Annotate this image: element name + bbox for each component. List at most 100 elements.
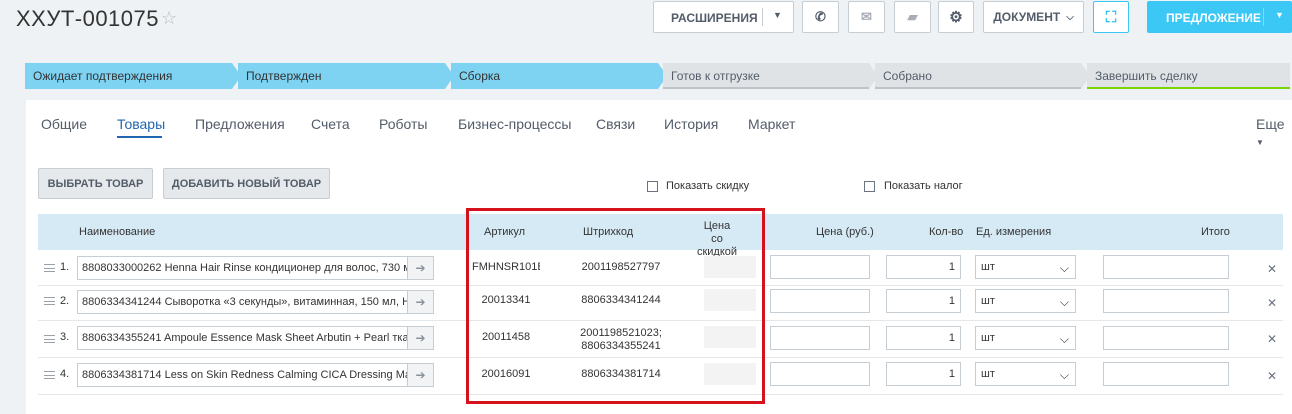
stage-confirmed[interactable]: Подтвержден (238, 63, 454, 89)
settings-button[interactable]: ⚙ (938, 1, 974, 33)
drag-handle-icon[interactable] (44, 335, 55, 343)
tab-history[interactable]: История (664, 116, 718, 132)
product-name-field[interactable]: 8806334341244 Сыворотка «3 секунды», вит… (77, 290, 434, 314)
product-name-field[interactable]: 8806334381714 Less on Skin Redness Calmi… (77, 363, 434, 387)
deal-title: ХХУТ-001075 (16, 6, 159, 31)
chevron-down-icon: ⌵ (1059, 368, 1069, 382)
price-input[interactable] (770, 326, 870, 350)
extensions-button[interactable]: РАСШИРЕНИЯ ▼ (653, 1, 794, 33)
delete-row-icon[interactable]: ✕ (1267, 369, 1277, 383)
chevron-down-icon: ⌵ (1059, 261, 1069, 275)
envelope-icon: ✉ (861, 9, 872, 24)
unit-select[interactable]: шт ⌵ (975, 326, 1076, 350)
stage-assembly[interactable]: Сборка (451, 63, 667, 89)
highlight-frame (466, 208, 765, 404)
drag-handle-icon[interactable] (44, 371, 55, 379)
chevron-down-icon: ⌵ (1059, 332, 1069, 346)
stage-label: Готов к отгрузке (671, 69, 760, 83)
row-number: 1. (60, 261, 70, 273)
select-product-button[interactable]: ВЫБРАТЬ ТОВАР (38, 168, 153, 199)
drag-handle-icon[interactable] (44, 264, 55, 272)
stage-ready-to-ship[interactable]: Готов к отгрузке (663, 63, 878, 89)
stage-close-deal[interactable]: Завершить сделку (1087, 63, 1290, 89)
unit-value: шт (981, 332, 995, 344)
total-field[interactable] (1103, 326, 1229, 350)
total-field[interactable] (1103, 362, 1229, 386)
add-new-product-button[interactable]: ДОБАВИТЬ НОВЫЙ ТОВАР (163, 168, 330, 199)
unit-select[interactable]: шт ⌵ (975, 289, 1076, 313)
price-input[interactable] (770, 362, 870, 386)
product-name: 8806334341244 Сыворотка «3 секунды», вит… (82, 296, 408, 308)
product-name: 8806334355241 Ampoule Essence Mask Sheet… (82, 332, 408, 344)
chat-button[interactable]: ▰ (894, 1, 931, 33)
column-header-unit[interactable]: Ед. измерения (976, 226, 1051, 239)
quantity-input[interactable]: 1 (886, 326, 961, 350)
offer-button[interactable]: ПРЕДЛОЖЕНИЕ ▼ (1147, 1, 1292, 33)
quantity-input[interactable]: 1 (886, 255, 961, 279)
email-button[interactable]: ✉ (848, 1, 885, 33)
scan-icon: ⛶ (1105, 8, 1117, 26)
drag-handle-icon[interactable] (44, 297, 55, 305)
arrow-right-icon[interactable]: ➔ (407, 257, 433, 279)
row-number: 2. (60, 295, 70, 307)
unit-value: шт (981, 261, 995, 273)
tab-general[interactable]: Общие (41, 116, 87, 132)
tab-invoices[interactable]: Счета (311, 116, 350, 132)
offer-label: ПРЕДЛОЖЕНИЕ (1166, 11, 1261, 25)
show-tax-checkbox[interactable] (864, 181, 875, 192)
caret-down-icon[interactable]: ▼ (1275, 10, 1284, 20)
product-name: 8806334381714 Less on Skin Redness Calmi… (82, 369, 408, 381)
total-field[interactable] (1103, 289, 1229, 313)
arrow-right-icon[interactable]: ➔ (407, 364, 433, 386)
unit-value: шт (981, 295, 995, 307)
delete-row-icon[interactable]: ✕ (1267, 262, 1277, 276)
active-tab-indicator (117, 136, 162, 138)
document-button[interactable]: ДОКУМЕНТ ⌵ (983, 1, 1084, 33)
unit-select[interactable]: шт ⌵ (975, 362, 1076, 386)
price-input[interactable] (770, 289, 870, 313)
arrow-right-icon[interactable]: ➔ (407, 291, 433, 313)
extensions-label: РАСШИРЕНИЯ (671, 11, 758, 25)
product-name-field[interactable]: 8808033000262 Henna Hair Rinse кондицион… (77, 256, 434, 280)
phone-button[interactable]: ✆ (802, 1, 839, 33)
tab-robots[interactable]: Роботы (379, 116, 427, 132)
chevron-down-icon: ⌵ (1066, 11, 1074, 23)
product-name: 8808033000262 Henna Hair Rinse кондицион… (82, 262, 408, 274)
arrow-right-icon[interactable]: ➔ (407, 327, 433, 349)
show-discount-label: Показать скидку (666, 180, 750, 192)
column-header-name[interactable]: Наименование (79, 226, 155, 239)
tab-links[interactable]: Связи (596, 116, 635, 132)
tab-products[interactable]: Товары (117, 116, 165, 132)
more-label: Еще (1256, 116, 1285, 132)
gear-icon: ⚙ (949, 9, 963, 26)
tab-business-processes[interactable]: Бизнес-процессы (458, 116, 571, 132)
show-tax-label: Показать налог (884, 180, 963, 192)
stage-label: Сборка (459, 69, 501, 83)
column-header-total[interactable]: Итого (1201, 226, 1230, 239)
total-field[interactable] (1103, 255, 1229, 279)
tab-more[interactable]: Еще ▼ (1256, 116, 1292, 148)
caret-down-icon[interactable]: ▼ (773, 10, 782, 20)
tab-offers[interactable]: Предложения (195, 116, 285, 132)
star-icon[interactable]: ☆ (161, 8, 177, 29)
quantity-input[interactable]: 1 (886, 289, 961, 313)
phone-icon: ✆ (815, 9, 826, 24)
tab-market[interactable]: Маркет (748, 116, 795, 132)
stage-label: Ожидает подтверждения (33, 69, 173, 83)
delete-row-icon[interactable]: ✕ (1267, 296, 1277, 310)
product-name-field[interactable]: 8806334355241 Ampoule Essence Mask Sheet… (77, 326, 434, 350)
stage-awaiting[interactable]: Ожидает подтверждения (25, 63, 241, 89)
chevron-down-icon: ⌵ (1059, 295, 1069, 309)
scan-button[interactable]: ⛶ (1093, 1, 1129, 33)
quantity-input[interactable]: 1 (886, 362, 961, 386)
price-input[interactable] (770, 255, 870, 279)
stage-collected[interactable]: Собрано (875, 63, 1090, 89)
document-label: ДОКУМЕНТ (993, 10, 1061, 24)
column-header-price[interactable]: Цена (руб.) (816, 226, 874, 239)
tab-bar: Общие Товары Предложения Счета Роботы Би… (26, 100, 1292, 158)
stage-label: Подтвержден (246, 69, 322, 83)
delete-row-icon[interactable]: ✕ (1267, 332, 1277, 346)
show-discount-checkbox[interactable] (647, 181, 658, 192)
column-header-qty[interactable]: Кол-во (929, 226, 963, 239)
unit-select[interactable]: шт ⌵ (975, 255, 1076, 279)
